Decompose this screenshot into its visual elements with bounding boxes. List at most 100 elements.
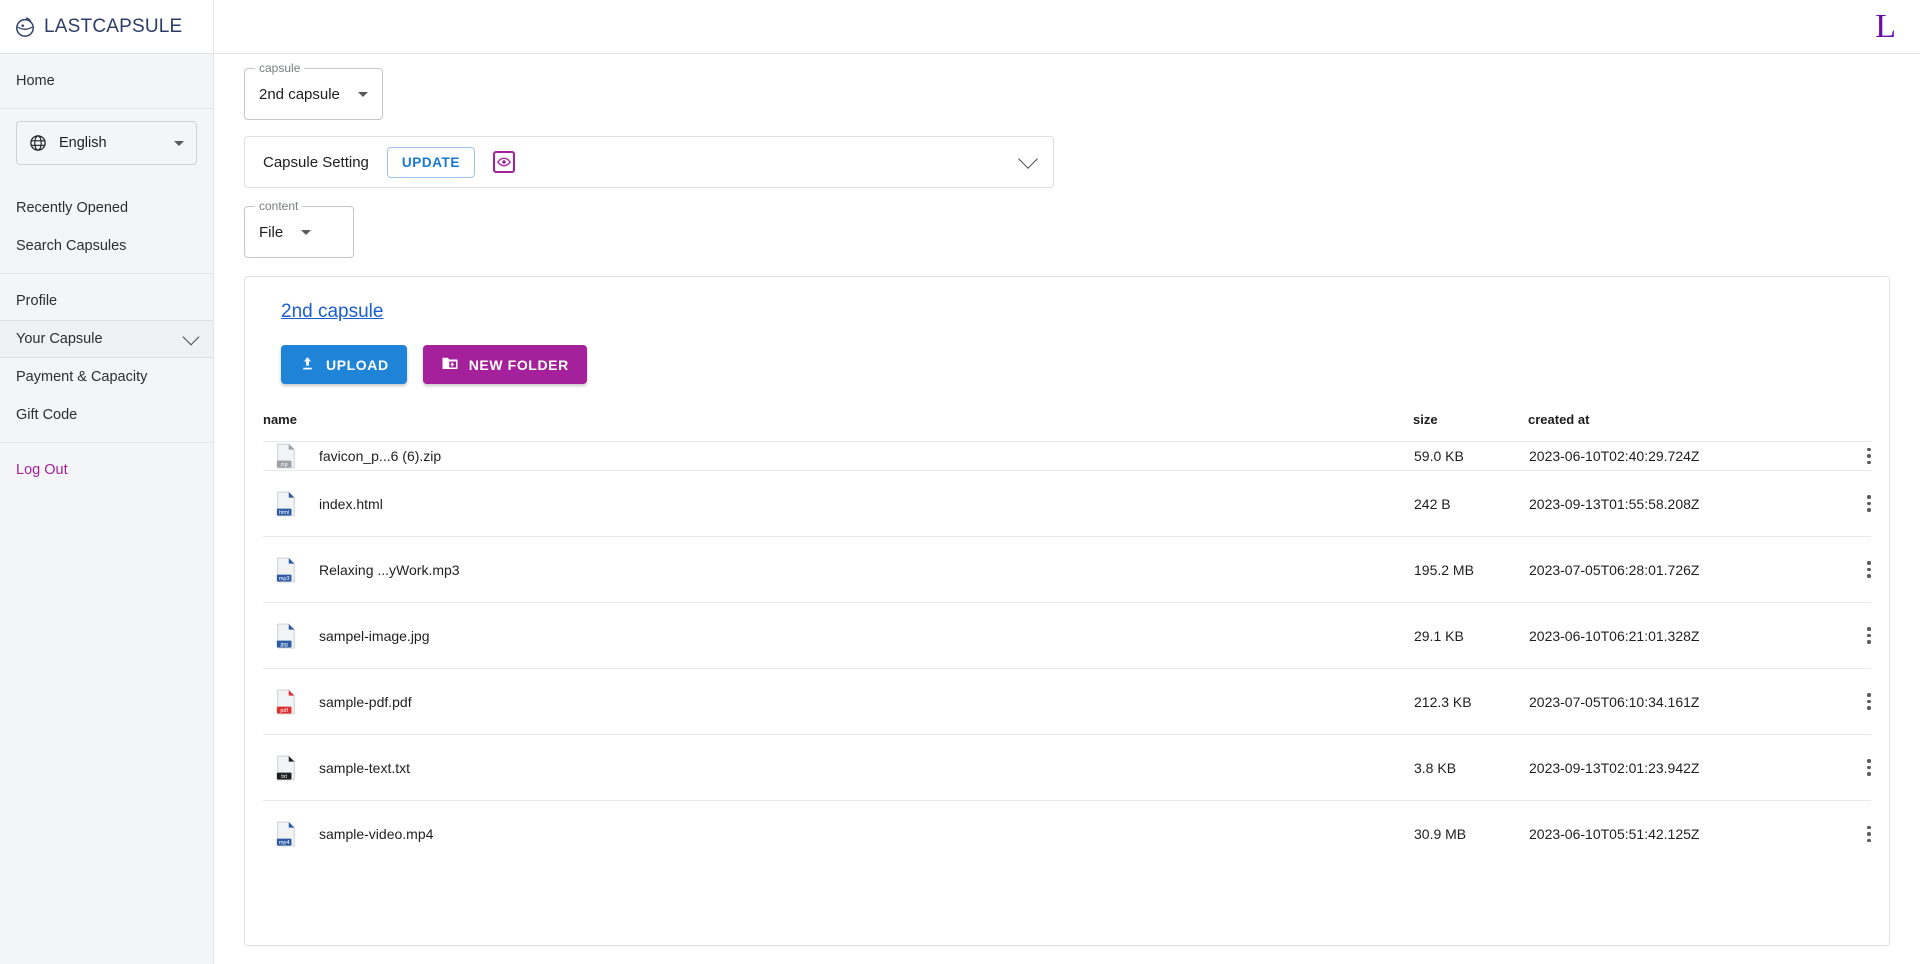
file-size-cell: 59.0 KB [1413, 442, 1528, 471]
language-label: English [59, 135, 162, 151]
more-vertical-icon[interactable] [1859, 693, 1871, 710]
mp3-file-icon: mp3 [275, 557, 297, 583]
file-menu-cell [1858, 735, 1871, 801]
language-select[interactable]: English [16, 121, 197, 165]
pdf-file-icon: pdf [275, 689, 297, 715]
sidebar-item-payment-capacity[interactable]: Payment & Capacity [0, 358, 213, 396]
file-name-cell: pdfsample-pdf.pdf [263, 669, 1413, 735]
sidebar-item-gift-code[interactable]: Gift Code [0, 396, 213, 434]
content-select[interactable]: content File [244, 206, 354, 258]
table-row[interactable]: pdfsample-pdf.pdf212.3 KB2023-07-05T06:1… [263, 669, 1871, 735]
language-section: English [0, 109, 213, 181]
svg-text:txt: txt [281, 774, 287, 780]
app-root: LASTCAPSULE Home English [0, 0, 1920, 964]
new-folder-button[interactable]: NEW FOLDER [423, 345, 587, 384]
column-header-size[interactable]: size [1413, 406, 1528, 441]
sidebar-group-account: Profile Your Capsule Payment & Capacity … [0, 274, 213, 442]
sidebar-group-home: Home [0, 54, 213, 109]
more-vertical-icon[interactable] [1859, 561, 1871, 578]
file-size-cell: 29.1 KB [1413, 603, 1528, 669]
breadcrumb[interactable]: 2nd capsule [281, 301, 1871, 323]
file-created-cell: 2023-07-05T06:28:01.726Z [1528, 537, 1858, 603]
file-size-cell: 242 B [1413, 471, 1528, 537]
sidebar-item-label: Your Capsule [16, 331, 103, 347]
jpg-file-icon: jpg [275, 623, 297, 649]
brand-header: LASTCAPSULE [0, 0, 213, 54]
globe-icon [29, 134, 47, 152]
sidebar-item-logout[interactable]: Log Out [0, 451, 213, 489]
more-vertical-icon[interactable] [1859, 448, 1871, 465]
sidebar-item-home[interactable]: Home [0, 62, 213, 100]
capsule-setting-card: Capsule Setting UPDATE [244, 136, 1054, 188]
file-name-label: index.html [319, 496, 383, 512]
brand-name: LASTCAPSULE [44, 16, 182, 38]
capsule-select-label: capsule [255, 61, 304, 75]
sidebar-item-label: Profile [16, 293, 57, 309]
file-created-cell: 2023-06-10T06:21:01.328Z [1528, 603, 1858, 669]
sidebar-item-recently-opened[interactable]: Recently Opened [0, 189, 213, 227]
files-scroll-area[interactable]: zip favicon_p...6 (6).zip 59.0 KB 2023-06-1… [263, 441, 1871, 925]
more-vertical-icon[interactable] [1859, 627, 1871, 644]
file-size-cell: 30.9 MB [1413, 801, 1528, 867]
file-name-cell: html index.html [263, 471, 1413, 537]
sidebar-item-profile[interactable]: Profile [0, 282, 213, 320]
file-menu-cell [1858, 471, 1871, 537]
eye-icon[interactable] [493, 151, 515, 173]
file-menu-cell [1858, 537, 1871, 603]
svg-text:mp4: mp4 [279, 840, 290, 846]
topbar: L [214, 0, 1920, 54]
more-vertical-icon[interactable] [1859, 759, 1871, 776]
file-name-label: sample-video.mp4 [319, 826, 433, 842]
column-header-menu [1858, 406, 1918, 441]
upload-button-label: UPLOAD [326, 357, 389, 373]
main-area: L capsule 2nd capsule Capsule Setting UP… [214, 0, 1920, 964]
chevron-down-icon [174, 141, 184, 146]
sidebar-item-search-capsules[interactable]: Search Capsules [0, 227, 213, 265]
files-table: zip favicon_p...6 (6).zip 59.0 KB 2023-06-1… [263, 441, 1871, 867]
sidebar-item-your-capsule[interactable]: Your Capsule [0, 320, 213, 358]
files-actions: UPLOAD NEW FOLDER [281, 345, 1871, 384]
table-row[interactable]: mp4 sample-video.mp4 30.9 MB2023-06-10T05:… [263, 801, 1871, 867]
svg-text:zip: zip [281, 462, 288, 468]
capsule-select[interactable]: capsule 2nd capsule [244, 68, 383, 120]
txt-file-icon: txt [275, 755, 297, 781]
capsule-select-row: capsule 2nd capsule [244, 68, 1890, 120]
file-size-cell: 212.3 KB [1413, 669, 1528, 735]
upload-icon [299, 355, 316, 375]
file-name-cell: jpg sampel-image.jpg [263, 603, 1413, 669]
files-table-header: name size created at [263, 406, 1918, 441]
sidebar-item-label: Search Capsules [16, 238, 126, 254]
update-button[interactable]: UPDATE [387, 147, 475, 178]
more-vertical-icon[interactable] [1859, 495, 1871, 512]
chevron-down-icon [183, 328, 200, 345]
capsule-setting-title: Capsule Setting [263, 154, 369, 171]
file-name-label: sample-text.txt [319, 760, 410, 776]
table-row[interactable]: jpg sampel-image.jpg 29.1 KB2023-06-10T06:… [263, 603, 1871, 669]
capsule-logo-icon [14, 16, 36, 38]
file-name-label: favicon_p...6 (6).zip [319, 448, 441, 464]
sidebar-item-label: Recently Opened [16, 200, 128, 216]
upload-button[interactable]: UPLOAD [281, 345, 407, 384]
table-row[interactable]: zipfavicon_p...6 (6).zip59.0 KB2023-06-1… [263, 442, 1871, 471]
svg-text:html: html [279, 510, 289, 516]
new-folder-button-label: NEW FOLDER [469, 357, 569, 373]
capsule-setting-expand-icon[interactable] [1018, 149, 1038, 169]
table-row[interactable]: txtsample-text.txt3.8 KB2023-09-13T02:01… [263, 735, 1871, 801]
capsule-select-value: 2nd capsule [259, 86, 340, 103]
table-row[interactable]: mp3Relaxing ...yWork.mp3195.2 MB2023-07-… [263, 537, 1871, 603]
column-header-name[interactable]: name [263, 406, 1413, 441]
table-header-row: name size created at [263, 406, 1918, 441]
folder-plus-icon [441, 354, 459, 375]
files-panel: 2nd capsule UPLOAD [244, 276, 1890, 946]
file-menu-cell [1858, 442, 1871, 471]
content-select-value: File [259, 224, 283, 241]
sidebar-group-session: Log Out [0, 442, 213, 497]
mp4-file-icon: mp4 [275, 821, 297, 847]
table-row[interactable]: htmlindex.html242 B2023-09-13T01:55:58.2… [263, 471, 1871, 537]
file-created-cell: 2023-09-13T02:01:23.942Z [1528, 735, 1858, 801]
file-name-label: sampel-image.jpg [319, 628, 430, 644]
file-created-cell: 2023-06-10T05:51:42.125Z [1528, 801, 1858, 867]
more-vertical-icon[interactable] [1859, 826, 1871, 843]
column-header-created[interactable]: created at [1528, 406, 1858, 441]
file-size-cell: 195.2 MB [1413, 537, 1528, 603]
